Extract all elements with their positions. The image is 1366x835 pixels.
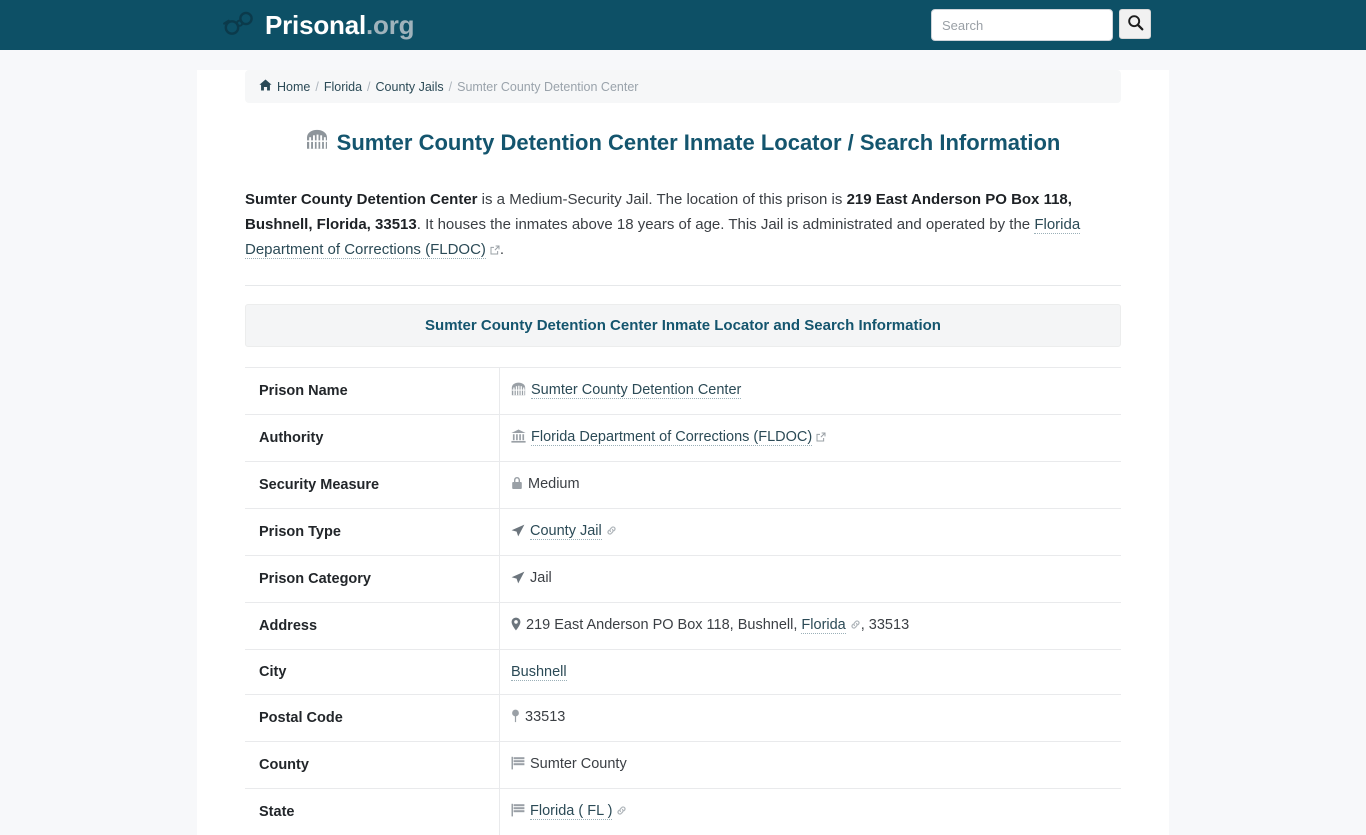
location-arrow-icon	[511, 523, 525, 543]
row-key: Prison Name	[245, 368, 500, 415]
search-input[interactable]	[931, 9, 1113, 41]
table-row: Prison Category Jail	[245, 556, 1121, 603]
breadcrumb: Home / Florida / County Jails / Sumter C…	[245, 70, 1121, 103]
city-link[interactable]: Bushnell	[511, 664, 567, 681]
county-value: Sumter County	[530, 756, 627, 772]
table-row: Security Measure Medium	[245, 462, 1121, 509]
security-measure-value: Medium	[528, 476, 580, 492]
breadcrumb-separator: /	[449, 80, 452, 94]
row-key: Address	[245, 603, 500, 650]
bank-icon	[511, 429, 526, 449]
table-row: State Florida ( FL )	[245, 789, 1121, 835]
row-value: Sumter County Detention Center	[500, 368, 1122, 415]
section-header: Sumter County Detention Center Inmate Lo…	[245, 304, 1121, 347]
row-key: Security Measure	[245, 462, 500, 509]
map-pin-icon	[511, 709, 520, 729]
link-chain-icon	[616, 802, 627, 822]
home-icon	[259, 79, 272, 94]
authority-link[interactable]: Florida Department of Corrections (FLDOC…	[531, 429, 812, 446]
search-icon	[1127, 14, 1144, 34]
row-key: County	[245, 742, 500, 789]
jail-building-icon	[511, 382, 526, 402]
external-link-icon	[816, 428, 826, 448]
row-value: Bushnell	[500, 650, 1122, 695]
intro-paragraph: Sumter County Detention Center is a Medi…	[245, 187, 1121, 263]
table-row: County Sumter County	[245, 742, 1121, 789]
address-state-link[interactable]: Florida	[801, 617, 845, 634]
row-value: Medium	[500, 462, 1122, 509]
location-arrow-icon	[511, 570, 525, 590]
postal-code-value: 33513	[525, 709, 565, 725]
intro-text-3: .	[500, 241, 504, 258]
table-row: Postal Code 33513	[245, 695, 1121, 742]
breadcrumb-item-county-jails[interactable]: County Jails	[376, 80, 444, 94]
breadcrumb-item-home[interactable]: Home	[277, 80, 310, 94]
handcuffs-icon	[221, 10, 255, 41]
page-title-text: Sumter County Detention Center Inmate Lo…	[337, 129, 1061, 157]
prison-type-link[interactable]: County Jail	[530, 523, 602, 540]
row-key: Prison Category	[245, 556, 500, 603]
content-container: Home / Florida / County Jails / Sumter C…	[197, 70, 1169, 835]
row-key: State	[245, 789, 500, 835]
external-link-icon	[490, 238, 500, 263]
table-row: Address 219 East Anderson PO Box 118, Bu…	[245, 603, 1121, 650]
row-key: Prison Type	[245, 509, 500, 556]
row-value: Sumter County	[500, 742, 1122, 789]
table-row: City Bushnell	[245, 650, 1121, 695]
row-value: Jail	[500, 556, 1122, 603]
state-link[interactable]: Florida ( FL )	[530, 803, 612, 820]
table-row: Prison Name Sumter County Detention Cen	[245, 368, 1121, 415]
search-area	[931, 9, 1151, 41]
address-text-pre: 219 East Anderson PO Box 118, Bushnell,	[526, 617, 801, 633]
prison-name-link[interactable]: Sumter County Detention Center	[531, 382, 741, 399]
row-key: Postal Code	[245, 695, 500, 742]
row-value: County Jail	[500, 509, 1122, 556]
link-chain-icon	[850, 616, 861, 636]
intro-text-1: is a Medium-Security Jail. The location …	[478, 191, 847, 208]
flag-icon	[511, 756, 525, 776]
row-value: 33513	[500, 695, 1122, 742]
brand-name: Prisonal	[265, 10, 366, 40]
breadcrumb-item-current: Sumter County Detention Center	[457, 80, 638, 94]
address-text-post: , 33513	[861, 617, 909, 633]
lock-icon	[511, 476, 523, 496]
page-title: Sumter County Detention Center Inmate Lo…	[245, 129, 1121, 157]
row-value: Florida ( FL )	[500, 789, 1122, 835]
brand-tld: .org	[366, 10, 414, 40]
table-row: Authority Florida Department of Correcti…	[245, 415, 1121, 462]
breadcrumb-separator: /	[315, 80, 318, 94]
site-logo-link[interactable]: Prisonal.org	[221, 0, 414, 50]
search-button[interactable]	[1119, 9, 1151, 39]
row-value: 219 East Anderson PO Box 118, Bushnell, …	[500, 603, 1122, 650]
prison-category-value: Jail	[530, 570, 552, 586]
intro-prison-name: Sumter County Detention Center	[245, 191, 478, 208]
row-key: City	[245, 650, 500, 695]
link-chain-icon	[606, 522, 617, 542]
breadcrumb-item-florida[interactable]: Florida	[324, 80, 362, 94]
content-divider	[245, 285, 1121, 286]
brand-text: Prisonal.org	[265, 12, 414, 38]
intro-text-2: . It houses the inmates above 18 years o…	[417, 216, 1035, 233]
row-value: Florida Department of Corrections (FLDOC…	[500, 415, 1122, 462]
breadcrumb-separator: /	[367, 80, 370, 94]
prison-info-table: Prison Name Sumter County Detention Cen	[245, 367, 1121, 835]
jail-building-icon	[306, 129, 328, 157]
table-row: Prison Type County Jail	[245, 509, 1121, 556]
map-marker-icon	[511, 617, 521, 637]
row-key: Authority	[245, 415, 500, 462]
flag-icon	[511, 803, 525, 823]
site-header: Prisonal.org	[0, 0, 1366, 50]
